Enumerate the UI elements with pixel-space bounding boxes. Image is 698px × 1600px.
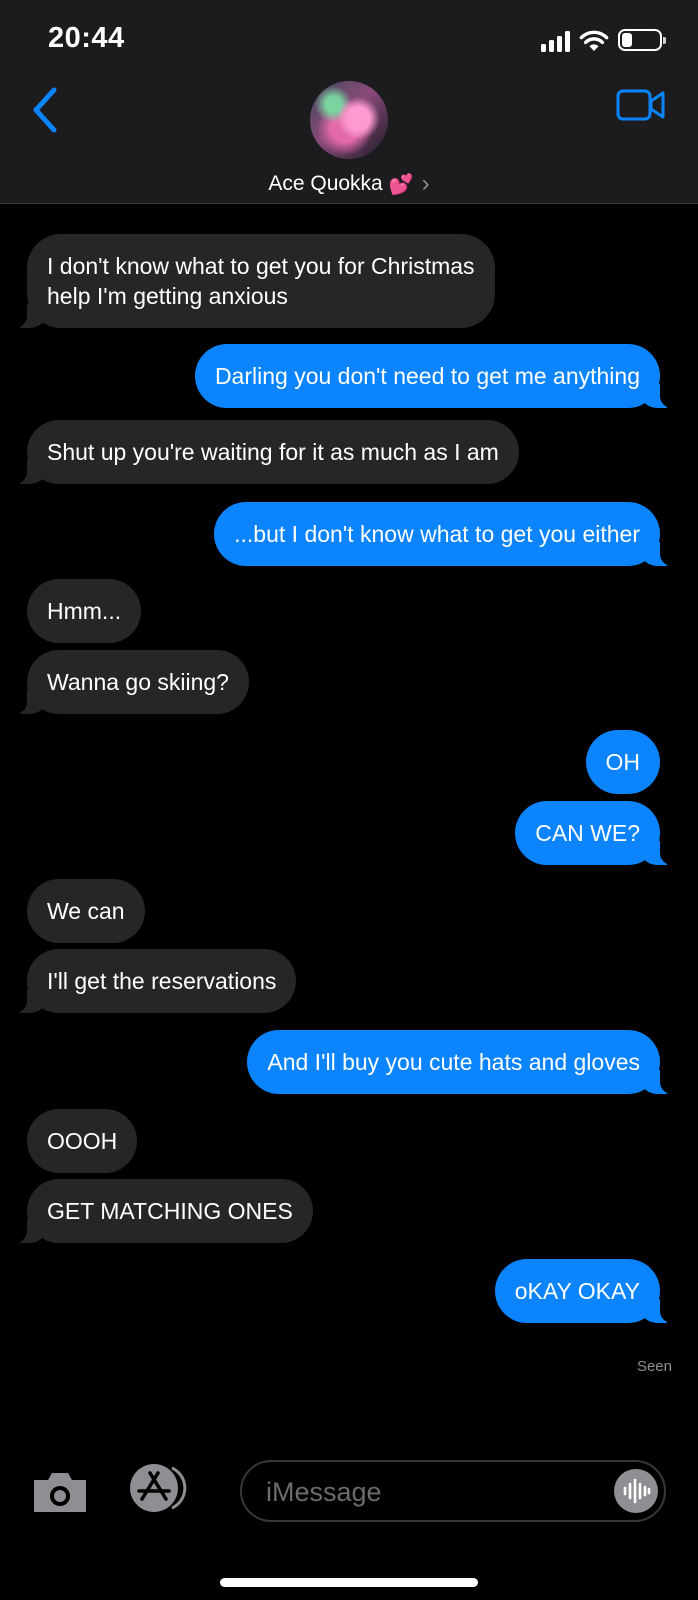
message-text: I'll get the reservations	[47, 968, 277, 994]
app-store-button[interactable]	[128, 1462, 200, 1514]
message-text: OOOH	[47, 1128, 118, 1154]
message-text: Wanna go skiing?	[47, 669, 229, 695]
message-bubble-incoming[interactable]: Shut up you're waiting for it as much as…	[1, 420, 519, 484]
status-icons	[541, 26, 666, 52]
message-text: I don't know what to get you for Christm…	[47, 253, 475, 279]
home-indicator[interactable]	[220, 1578, 478, 1587]
message-text: OH	[605, 749, 641, 775]
message-text: Shut up you're waiting for it as much as…	[47, 439, 499, 465]
contact-avatar[interactable]	[310, 81, 388, 159]
message-input-placeholder: iMessage	[266, 1477, 382, 1507]
message-text: help I'm getting anxious	[47, 283, 288, 309]
message-bubble-outgoing[interactable]: Darling you don't need to get me anythin…	[194, 344, 687, 408]
message-text: We can	[47, 898, 125, 924]
message-text: ...but I don't know what to get you eith…	[234, 521, 640, 547]
audio-message-button[interactable]	[614, 1469, 658, 1513]
message-text: CAN WE?	[535, 820, 640, 846]
cellular-signal-icon	[541, 30, 570, 52]
status-time: 20:44	[48, 22, 125, 54]
message-text: Hmm...	[47, 598, 122, 624]
app-store-icon	[130, 1464, 187, 1512]
message-text: And I'll buy you cute hats and gloves	[267, 1049, 640, 1075]
message-bubble-incoming[interactable]: OOOH	[27, 1109, 138, 1173]
chevron-left-icon	[33, 87, 57, 133]
message-bubble-incoming[interactable]: Hmm...	[27, 579, 142, 643]
message-bubble-incoming[interactable]: I'll get the reservations	[0, 949, 297, 1013]
message-text: GET MATCHING ONES	[47, 1198, 293, 1224]
message-bubble-outgoing[interactable]: oKAY OKAY	[494, 1259, 687, 1323]
contact-name: Ace Quokka	[268, 172, 383, 195]
video-camera-icon	[616, 89, 665, 121]
message-bubble-incoming[interactable]: GET MATCHING ONES	[1, 1179, 313, 1243]
audio-waveform-icon	[623, 1478, 651, 1504]
conversation-header: 20:44 Ace Quokka 💕 ›	[0, 0, 698, 204]
read-receipt: Seen	[636, 1358, 672, 1375]
message-bubble-incoming[interactable]: I don't know what to get you for Christm…	[1, 234, 495, 328]
facetime-video-button[interactable]	[616, 88, 666, 122]
message-bubble-incoming[interactable]: We can	[27, 879, 145, 943]
message-bubble-outgoing[interactable]: ...but I don't know what to get you eith…	[214, 502, 686, 566]
camera-icon	[34, 1473, 86, 1512]
heart-emoji: 💕	[388, 173, 414, 196]
wifi-icon	[579, 30, 609, 51]
message-text: oKAY OKAY	[514, 1278, 640, 1304]
contact-name-button[interactable]: Ace Quokka 💕 ›	[0, 170, 698, 198]
message-input[interactable]: iMessage	[240, 1460, 666, 1522]
message-bubble-incoming[interactable]: Wanna go skiing?	[1, 650, 249, 714]
message-bubble-outgoing[interactable]: OH	[585, 730, 660, 794]
battery-icon	[618, 29, 666, 51]
back-button[interactable]	[28, 86, 68, 134]
message-bubble-outgoing[interactable]: And I'll buy you cute hats and gloves	[247, 1030, 686, 1094]
message-text: Darling you don't need to get me anythin…	[214, 363, 640, 389]
message-bubble-outgoing[interactable]: CAN WE?	[515, 801, 686, 865]
camera-button[interactable]	[30, 1470, 90, 1514]
chevron-right-icon: ›	[421, 170, 430, 197]
